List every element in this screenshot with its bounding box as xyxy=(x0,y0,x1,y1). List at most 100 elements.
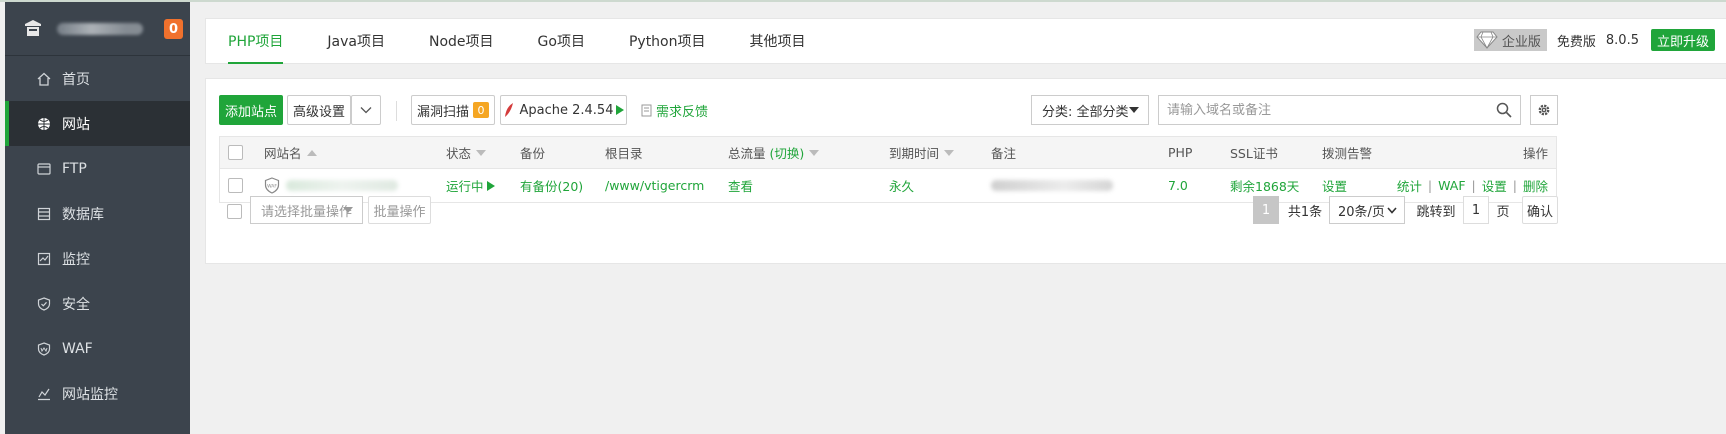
jump-label: 跳转到 xyxy=(1416,204,1456,220)
advanced-dropdown-button[interactable] xyxy=(351,95,381,125)
sidebar: 0 首页 网站 FTP 数据库 监控 安全 WAF 网站监控 xyxy=(5,2,190,434)
sort-down-icon xyxy=(476,149,487,156)
apache-label: Apache 2.4.54 xyxy=(519,102,614,118)
header-backup: 备份 xyxy=(520,146,546,161)
enterprise-badge[interactable]: 企业版 xyxy=(1473,29,1547,51)
upgrade-button[interactable]: 立即升级 xyxy=(1650,29,1715,51)
page-current[interactable]: 1 xyxy=(1253,196,1279,224)
free-edition-label: 免费版 xyxy=(1556,34,1596,50)
header-actions: 操作 xyxy=(1522,146,1548,161)
separator: | xyxy=(1512,178,1517,193)
tab-go[interactable]: Go项目 xyxy=(516,19,607,63)
search-icon[interactable] xyxy=(1496,102,1512,122)
category-label: 分类: 全部分类 xyxy=(1042,104,1129,120)
delete-link[interactable]: 删除 xyxy=(1523,176,1548,195)
sidebar-item-site-monitor[interactable]: 网站监控 xyxy=(5,371,190,416)
notification-badge[interactable]: 0 xyxy=(163,19,183,39)
footer-checkbox[interactable] xyxy=(227,196,242,226)
header-expire[interactable]: 到期时间 xyxy=(889,137,955,168)
waf-link[interactable]: WAF xyxy=(1438,178,1465,193)
sidebar-item-waf[interactable]: WAF xyxy=(5,326,190,371)
toolbar-divider xyxy=(396,101,397,121)
site-list-card: 添加站点 高级设置 漏洞扫描 0 Apache 2.4.54 需求反馈 分类: … xyxy=(205,78,1726,264)
sidebar-item-label: 监控 xyxy=(62,251,90,268)
version-area: 企业版 免费版 8.0.5 立即升级 xyxy=(1473,29,1715,51)
tab-node[interactable]: Node项目 xyxy=(407,19,516,63)
traffic-switch-link[interactable]: (切换) xyxy=(770,143,805,162)
header-traffic[interactable]: 总流量 (切换) xyxy=(728,137,820,168)
search-box xyxy=(1158,95,1521,125)
gear-icon xyxy=(1538,104,1550,116)
jump-page-input[interactable]: 1 xyxy=(1463,196,1489,224)
stats-link[interactable]: 统计 xyxy=(1397,176,1422,195)
project-tabs-bar: PHP项目 Java项目 Node项目 Go项目 Python项目 其他项目 企… xyxy=(205,18,1726,64)
globe-icon xyxy=(36,116,52,132)
toolbar: 添加站点 高级设置 漏洞扫描 0 Apache 2.4.54 需求反馈 分类: … xyxy=(219,95,1714,127)
vuln-scan-count: 0 xyxy=(473,102,489,118)
sidebar-item-database[interactable]: 数据库 xyxy=(5,191,190,236)
tab-php[interactable]: PHP项目 xyxy=(206,19,305,64)
advanced-settings-button[interactable]: 高级设置 xyxy=(287,95,351,125)
sidebar-item-website[interactable]: 网站 xyxy=(5,101,190,146)
monitor-icon xyxy=(36,251,52,267)
play-icon xyxy=(486,180,495,191)
header-name[interactable]: 网站名 xyxy=(264,137,317,168)
site-name-blurred xyxy=(286,180,398,191)
sidebar-item-label: 数据库 xyxy=(62,206,104,223)
enterprise-label: 企业版 xyxy=(1501,34,1541,50)
apache-button[interactable]: Apache 2.4.54 xyxy=(500,95,627,125)
caret-down-icon xyxy=(343,207,353,213)
edit-note-icon xyxy=(641,104,652,116)
sidebar-item-ftp[interactable]: FTP xyxy=(5,146,190,191)
search-input[interactable] xyxy=(1167,102,1467,118)
sidebar-item-label: WAF xyxy=(62,340,93,357)
select-all-checkbox[interactable] xyxy=(228,137,243,168)
sidebar-item-home[interactable]: 首页 xyxy=(5,56,190,101)
total-count: 共1条 xyxy=(1287,204,1323,220)
sidebar-item-label: 网站 xyxy=(62,116,90,133)
sidebar-item-label: 网站监控 xyxy=(62,386,118,403)
category-select[interactable]: 分类: 全部分类 xyxy=(1031,95,1149,125)
settings-link[interactable]: 设置 xyxy=(1482,176,1507,195)
per-page-label: 20条/页 xyxy=(1338,204,1385,220)
batch-select[interactable]: 请选择批量操作 xyxy=(250,196,363,224)
jump-confirm-button[interactable]: 确认 xyxy=(1522,196,1558,224)
sidebar-header: 0 xyxy=(5,2,190,56)
hostname-blurred xyxy=(57,22,143,35)
server-logo-icon xyxy=(23,19,43,39)
sort-down-icon xyxy=(809,149,820,156)
header-remark: 备注 xyxy=(991,146,1017,161)
play-icon xyxy=(616,105,625,115)
separator: | xyxy=(1427,178,1433,193)
sidebar-item-security[interactable]: 安全 xyxy=(5,281,190,326)
header-root: 根目录 xyxy=(605,146,643,161)
sidebar-item-monitor[interactable]: 监控 xyxy=(5,236,190,281)
site-table: 网站名 状态 备份 根目录 总流量 (切换) 到期时间 备注 PHP SSL证书… xyxy=(219,136,1557,203)
svg-text:WAF: WAF xyxy=(267,184,277,190)
tab-other[interactable]: 其他项目 xyxy=(728,19,828,63)
add-site-button[interactable]: 添加站点 xyxy=(219,95,283,125)
version-number[interactable]: 8.0.5 xyxy=(1606,33,1639,48)
chevron-down-icon xyxy=(1387,207,1397,214)
page-unit-label: 页 xyxy=(1496,204,1510,220)
header-status[interactable]: 状态 xyxy=(446,137,487,168)
feedback-link[interactable]: 需求反馈 xyxy=(641,95,708,125)
table-settings-button[interactable] xyxy=(1530,95,1558,125)
vuln-scan-button[interactable]: 漏洞扫描 0 xyxy=(411,95,495,125)
caret-down-icon xyxy=(1129,107,1139,113)
batch-action-button[interactable]: 批量操作 xyxy=(368,196,431,224)
remark-blurred xyxy=(991,180,1113,191)
chart-line-icon xyxy=(36,386,52,402)
per-page-select[interactable]: 20条/页 xyxy=(1329,196,1405,224)
separator: | xyxy=(1471,178,1476,193)
diamond-icon xyxy=(1476,31,1498,49)
feedback-label: 需求反馈 xyxy=(656,104,709,120)
tab-python[interactable]: Python项目 xyxy=(607,19,728,63)
batch-placeholder: 请选择批量操作 xyxy=(261,204,353,220)
feather-icon xyxy=(504,103,513,117)
database-icon xyxy=(36,206,52,222)
tab-java[interactable]: Java项目 xyxy=(305,19,407,63)
sidebar-item-label: FTP xyxy=(62,160,87,177)
header-php: PHP xyxy=(1168,145,1193,160)
chevron-down-icon xyxy=(360,107,372,114)
